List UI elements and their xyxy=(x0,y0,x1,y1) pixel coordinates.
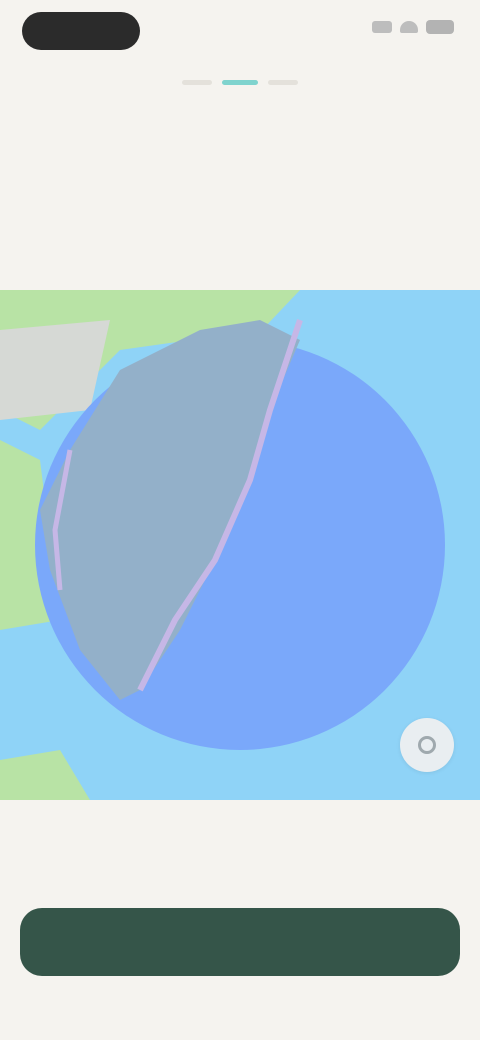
map-view[interactable] xyxy=(0,290,480,800)
battery-icon xyxy=(426,20,454,34)
wifi-icon xyxy=(400,21,418,33)
map-canvas xyxy=(0,290,480,800)
status-icons xyxy=(372,20,454,34)
progress-indicator xyxy=(0,80,480,85)
signal-icon xyxy=(372,21,392,33)
location-radius-screen xyxy=(0,0,480,1040)
continue-button[interactable] xyxy=(20,908,460,976)
status-time xyxy=(22,12,140,50)
progress-step xyxy=(268,80,298,85)
progress-step-active xyxy=(222,80,258,85)
recenter-button[interactable] xyxy=(400,718,454,772)
status-bar xyxy=(0,0,480,64)
location-icon xyxy=(418,736,436,754)
progress-step xyxy=(182,80,212,85)
